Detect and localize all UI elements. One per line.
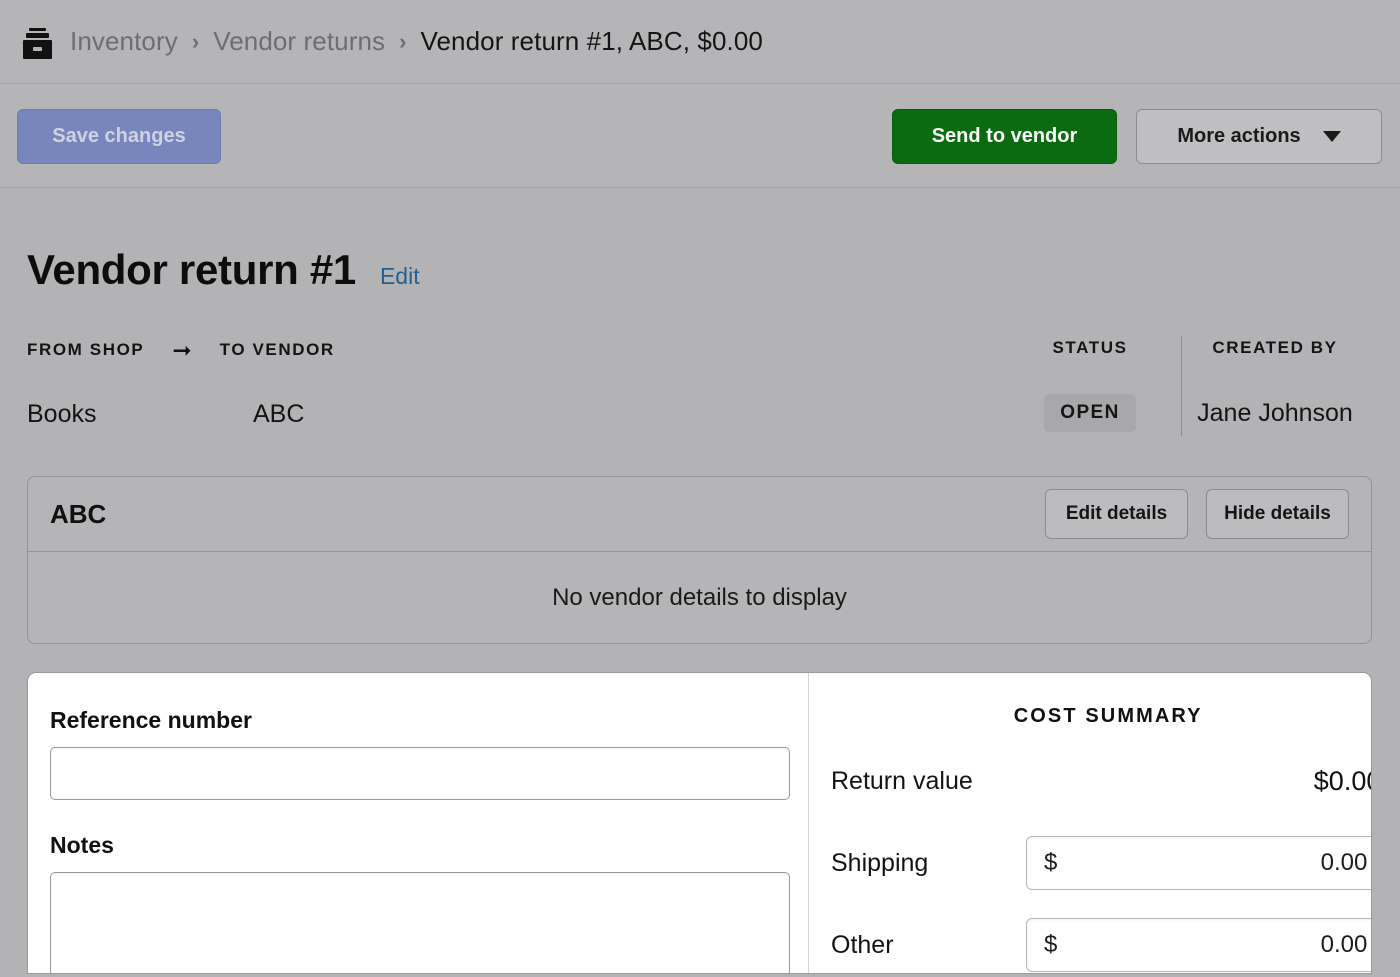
- meta-divider: [1181, 336, 1182, 436]
- save-changes-button[interactable]: Save changes: [17, 109, 221, 164]
- shipping-amount-field[interactable]: [1057, 849, 1368, 877]
- vendor-card-title: ABC: [50, 498, 107, 529]
- cost-row-other: Other $: [831, 918, 1371, 972]
- shipping-money-input[interactable]: $: [1026, 836, 1371, 890]
- meta-values-left: Books ABC: [27, 400, 304, 429]
- breadcrumb-item-vendor-returns[interactable]: Vendor returns: [213, 26, 385, 57]
- breadcrumb-item-current: Vendor return #1, ABC, $0.00: [420, 26, 763, 56]
- notes-label: Notes: [50, 832, 114, 858]
- breadcrumb-separator-icon: ›: [399, 28, 407, 54]
- other-money-input[interactable]: $: [1026, 918, 1371, 972]
- vendor-details-card: ABC Edit details Hide details No vendor …: [27, 476, 1372, 644]
- meta-labels-right: STATUS CREATED BY: [1000, 338, 1370, 358]
- reference-number-input[interactable]: [50, 747, 790, 800]
- form-panel: Reference number Notes COST SUMMARY Retu…: [27, 672, 1372, 974]
- return-value-label: Return value: [831, 766, 973, 795]
- cost-summary-title: COST SUMMARY: [1013, 705, 1203, 727]
- vendor-card-empty-message: No vendor details to display: [552, 583, 847, 611]
- status-badge-wrap: OPEN: [1000, 394, 1180, 432]
- shipping-label: Shipping: [831, 848, 929, 877]
- to-vendor-label: TO VENDOR: [219, 339, 335, 359]
- vendor-return-page: Inventory › Vendor returns › Vendor retu…: [0, 0, 1400, 977]
- more-actions-label: More actions: [1177, 125, 1301, 147]
- created-by-value: Jane Johnson: [1197, 398, 1353, 427]
- from-shop-value: Books: [27, 400, 97, 428]
- action-bar: Save changes Send to vendor More actions: [0, 84, 1400, 188]
- edit-details-button[interactable]: Edit details: [1045, 489, 1188, 539]
- reference-number-label: Reference number: [50, 707, 252, 733]
- from-shop-label: FROM SHOP: [27, 339, 145, 359]
- other-label: Other: [831, 930, 894, 959]
- meta-values-right: OPEN Jane Johnson: [1000, 394, 1370, 432]
- to-vendor-value: ABC: [253, 400, 305, 428]
- edit-title-link[interactable]: Edit: [380, 263, 420, 290]
- send-to-vendor-button[interactable]: Send to vendor: [892, 109, 1117, 164]
- status-badge: OPEN: [1044, 394, 1136, 432]
- currency-symbol-icon: $: [1044, 849, 1058, 876]
- arrow-right-icon: ➞: [172, 337, 192, 363]
- breadcrumb-bar: Inventory › Vendor returns › Vendor retu…: [0, 0, 1400, 84]
- form-left-column: Reference number Notes: [28, 673, 809, 973]
- hide-details-button[interactable]: Hide details: [1206, 489, 1349, 539]
- other-amount-field[interactable]: [1057, 931, 1368, 959]
- more-actions-button[interactable]: More actions: [1136, 109, 1382, 164]
- vendor-card-header: ABC Edit details Hide details: [28, 477, 1371, 552]
- return-value-amount: $0.00: [1313, 765, 1371, 796]
- breadcrumb-item-inventory[interactable]: Inventory: [70, 26, 178, 57]
- notes-textarea[interactable]: [50, 872, 790, 973]
- page-title: Vendor return #1: [27, 246, 356, 293]
- vendor-card-actions: Edit details Hide details: [1045, 489, 1349, 539]
- status-label: STATUS: [1052, 338, 1128, 357]
- meta-labels-left: FROM SHOP ➞ TO VENDOR: [27, 337, 335, 363]
- chevron-down-icon: [1322, 131, 1341, 142]
- title-row: Vendor return #1 Edit: [27, 246, 420, 294]
- currency-symbol-icon: $: [1044, 931, 1058, 958]
- cost-summary-column: COST SUMMARY Return value $0.00 Shipping…: [809, 673, 1371, 973]
- cost-row-shipping: Shipping $: [831, 836, 1371, 890]
- breadcrumb-separator-icon: ›: [191, 28, 200, 54]
- archive-box-icon: [22, 25, 52, 59]
- cost-row-return-value: Return value $0.00: [831, 754, 1371, 808]
- created-by-label: CREATED BY: [1212, 338, 1338, 357]
